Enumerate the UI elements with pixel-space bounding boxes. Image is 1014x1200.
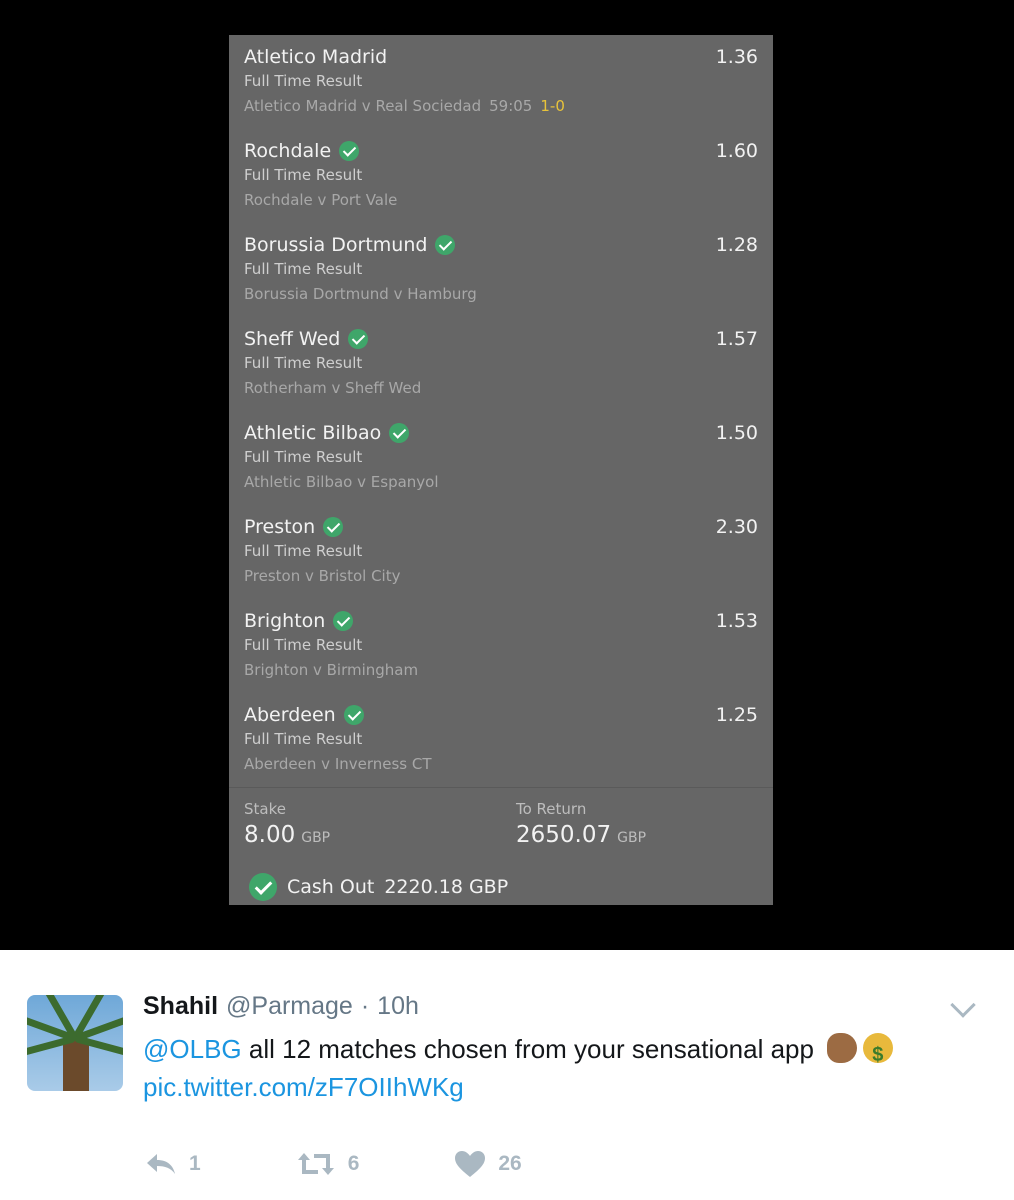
tweet-actions: 1 6 26 [145, 1150, 617, 1178]
tweet-text: @OLBG all 12 matches chosen from your se… [143, 1030, 963, 1106]
selection-event: Atletico Madrid v Real Sociedad 59:05 1-0 [244, 97, 565, 115]
selection-team: Borussia Dortmund [244, 234, 456, 256]
selection-market: Full Time Result [244, 260, 363, 278]
cashout-label: Cash Out [287, 876, 375, 898]
pic-link[interactable]: pic.twitter.com/zF7OIIhWKg [143, 1072, 464, 1102]
selection-odds: 1.28 [715, 234, 758, 256]
reply-icon [147, 1154, 175, 1174]
selection-odds: 2.30 [715, 516, 758, 538]
chevron-down-icon[interactable] [950, 992, 976, 1018]
return-value: 2650.07 GBP [516, 822, 647, 848]
selection-market: Full Time Result [244, 72, 363, 90]
retweet-icon [297, 1153, 334, 1175]
selection-event: Rotherham v Sheff Wed [244, 379, 422, 397]
selection-row: Sheff Wed 1.57 Full Time Result Rotherham v… [229, 317, 773, 411]
divider [229, 787, 773, 788]
timestamp[interactable]: 10h [377, 992, 419, 1021]
handle[interactable]: @Parmage [226, 992, 353, 1021]
selection-row: Rochdale 1.60 Full Time Result Rochdale v P… [229, 129, 773, 223]
selection-row: Aberdeen 1.25 Full Time Result Aberdeen v I… [229, 693, 773, 787]
check-circle-icon [389, 423, 410, 443]
avatar[interactable] [27, 995, 123, 1091]
selection-event: Rochdale v Port Vale [244, 191, 398, 209]
check-circle-icon [249, 873, 277, 901]
selection-team: Sheff Wed [244, 328, 369, 350]
selection-event: Borussia Dortmund v Hamburg [244, 285, 477, 303]
selection-row: Atletico Madrid 1.36 Full Time Result Atlet… [229, 35, 773, 129]
selection-odds: 1.36 [715, 46, 758, 68]
cashout-value: 2220.18 GBP [384, 876, 509, 898]
selection-row: Borussia Dortmund 1.28 Full Time Result Bor… [229, 223, 773, 317]
selection-market: Full Time Result [244, 166, 363, 184]
selection-row: Brighton 1.53 Full Time Result Brighton v B… [229, 599, 773, 693]
selection-market: Full Time Result [244, 448, 363, 466]
check-circle-icon [333, 611, 354, 631]
betslip-panel: Atletico Madrid 1.36 Full Time Result Atlet… [229, 35, 773, 905]
flexed-biceps-icon [827, 1033, 858, 1063]
selection-market: Full Time Result [244, 354, 363, 372]
selection-event: Brighton v Birmingham [244, 661, 419, 679]
tweet-body: all 12 matches chosen from your sensatio… [241, 1034, 814, 1064]
selection-row: Athletic Bilbao 1.50 Full Time Result Athle… [229, 411, 773, 505]
selection-event: Preston v Bristol City [244, 567, 401, 585]
check-circle-icon [339, 141, 360, 161]
selection-odds: 1.25 [715, 704, 758, 726]
selection-team: Preston [244, 516, 344, 538]
selection-market: Full Time Result [244, 636, 363, 654]
match-time: 59:05 [489, 97, 533, 115]
selection-market: Full Time Result [244, 730, 363, 748]
selection-odds: 1.57 [715, 328, 758, 350]
selection-event: Athletic Bilbao v Espanyol [244, 473, 439, 491]
reply-button[interactable]: 1 [145, 1152, 201, 1176]
stake-value: 8.00 GBP [244, 822, 331, 848]
selection-odds: 1.53 [715, 610, 758, 632]
selection-odds: 1.60 [715, 140, 758, 162]
selection-team: Brighton [244, 610, 354, 632]
stake-label: Stake [244, 800, 286, 818]
retweet-button[interactable]: 6 [296, 1151, 360, 1177]
check-circle-icon [435, 235, 456, 255]
return-label: To Return [516, 800, 587, 818]
selection-market: Full Time Result [244, 542, 363, 560]
cashout-status: Cash Out 2220.18 GBP [249, 873, 508, 901]
tweet-media-image[interactable]: Atletico Madrid 1.36 Full Time Result Atlet… [0, 0, 1014, 950]
selection-list: Atletico Madrid 1.36 Full Time Result Atlet… [229, 35, 773, 787]
separator: · [360, 992, 370, 1020]
selection-row: Preston 2.30 Full Time Result Preston v Bri… [229, 505, 773, 599]
selection-team: Aberdeen [244, 704, 364, 726]
stake-currency: GBP [301, 830, 331, 846]
selection-team: Rochdale [244, 140, 360, 162]
like-button[interactable]: 26 [454, 1150, 522, 1178]
selection-odds: 1.50 [715, 422, 758, 444]
tweet-header: Shahil @Parmage · 10h [143, 992, 419, 1021]
like-count: 26 [498, 1152, 522, 1175]
check-circle-icon [343, 705, 364, 725]
tweet: Shahil @Parmage · 10h @OLBG all 12 match… [0, 950, 1014, 1200]
retweet-count: 6 [347, 1152, 360, 1175]
reply-count: 1 [189, 1152, 201, 1175]
heart-icon [455, 1151, 486, 1177]
check-circle-icon [348, 329, 369, 349]
money-bag-icon [863, 1033, 894, 1074]
selection-team: Athletic Bilbao [244, 422, 410, 444]
selection-team: Atletico Madrid [244, 46, 388, 68]
check-circle-icon [323, 517, 344, 537]
mention-link[interactable]: @OLBG [143, 1034, 242, 1064]
return-currency: GBP [617, 830, 647, 846]
display-name[interactable]: Shahil [143, 992, 218, 1021]
selection-event: Aberdeen v Inverness CT [244, 755, 432, 773]
match-score: 1-0 [540, 97, 565, 115]
